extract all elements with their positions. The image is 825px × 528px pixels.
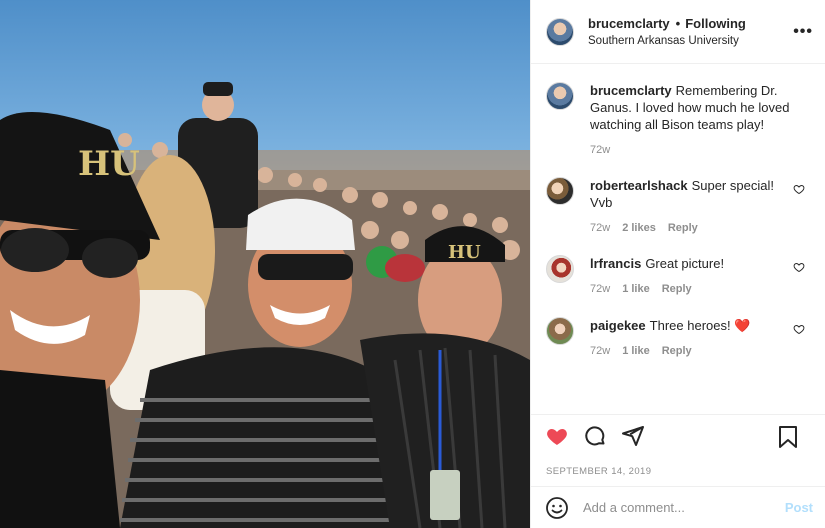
post-sidebar: brucemclarty • Following Southern Arkans… (530, 0, 825, 528)
post-header: brucemclarty • Following Southern Arkans… (531, 0, 825, 64)
post-button[interactable]: Post (785, 500, 813, 515)
add-comment-input[interactable]: Add a comment... (583, 500, 685, 515)
photo-illustration: HU HU (0, 82, 530, 528)
separator-dot: • (675, 16, 681, 31)
comment-body: paigekee Three heroes! ❤️ 72w 1 like Repl… (590, 317, 790, 379)
comment-item: paigekee Three heroes! ❤️ 72w 1 like Repl… (546, 317, 811, 379)
bookmark-icon[interactable] (777, 425, 799, 449)
commenter-avatar[interactable] (546, 255, 574, 283)
caption-avatar[interactable] (546, 82, 574, 110)
post-location[interactable]: Southern Arkansas University (588, 35, 746, 47)
action-bar (531, 414, 825, 456)
comment-meta: 72w 1 like Reply (590, 343, 790, 360)
caption-item: brucemclarty Remembering Dr. Ganus. I lov… (546, 82, 811, 177)
post-photo[interactable]: HU HU (0, 0, 530, 528)
comment-item: robertearlshack Super special! Vvb 72w 2 … (546, 177, 811, 255)
comment-likes[interactable]: 2 likes (622, 220, 656, 237)
comment-time[interactable]: 72w (590, 281, 610, 298)
author-username[interactable]: brucemclarty (588, 16, 670, 31)
comment-username[interactable]: lrfrancis (590, 256, 641, 271)
like-comment-heart-icon[interactable] (793, 323, 805, 335)
commenter-avatar[interactable] (546, 317, 574, 345)
comment-item: lrfrancis Great picture! 72w 1 like Reply (546, 255, 811, 317)
comment-likes[interactable]: 1 like (622, 343, 650, 360)
comment-username[interactable]: robertearlshack (590, 178, 688, 193)
svg-text:HU: HU (78, 144, 140, 184)
comment-text: Great picture! (645, 256, 725, 271)
comment-meta: 72w 2 likes Reply (590, 220, 790, 237)
caption-meta: 72w (590, 142, 790, 159)
reply-button[interactable]: Reply (662, 343, 692, 360)
comment-body: robertearlshack Super special! Vvb 72w 2 … (590, 177, 790, 255)
svg-text:HU: HU (448, 242, 481, 263)
comment-time[interactable]: 72w (590, 220, 610, 237)
comment-likes[interactable]: 1 like (622, 281, 650, 298)
share-icon[interactable] (621, 424, 645, 448)
heart-filled-icon[interactable] (545, 424, 569, 448)
comments-list: brucemclarty Remembering Dr. Ganus. I lov… (531, 64, 825, 414)
instagram-post-view: HU HU brucemclarty • Following Southern … (0, 0, 825, 528)
more-options-icon[interactable]: ••• (793, 24, 813, 40)
author-line: brucemclarty • Following (588, 16, 746, 31)
comment-username[interactable]: paigekee (590, 318, 646, 333)
following-button[interactable]: Following (685, 16, 746, 31)
commenter-avatar[interactable] (546, 177, 574, 205)
author-avatar[interactable] (546, 17, 574, 46)
reply-button[interactable]: Reply (668, 220, 698, 237)
like-comment-heart-icon[interactable] (793, 183, 805, 195)
reply-button[interactable]: Reply (662, 281, 692, 298)
add-comment-bar: Add a comment... Post (531, 486, 825, 528)
caption-username[interactable]: brucemclarty (590, 83, 672, 98)
caption-time[interactable]: 72w (590, 142, 610, 159)
comment-body: lrfrancis Great picture! 72w 1 like Reply (590, 255, 790, 317)
comment-time[interactable]: 72w (590, 343, 610, 360)
heart-emoji: ❤️ (734, 318, 751, 333)
like-comment-heart-icon[interactable] (793, 261, 805, 273)
post-date[interactable]: SEPTEMBER 14, 2019 (531, 456, 825, 486)
caption-body: brucemclarty Remembering Dr. Ganus. I lov… (590, 82, 790, 177)
author-info: brucemclarty • Following Southern Arkans… (588, 16, 746, 47)
comment-meta: 72w 1 like Reply (590, 281, 790, 298)
comment-text: Three heroes! (649, 318, 731, 333)
comment-icon[interactable] (583, 424, 607, 448)
emoji-icon[interactable] (545, 496, 569, 520)
